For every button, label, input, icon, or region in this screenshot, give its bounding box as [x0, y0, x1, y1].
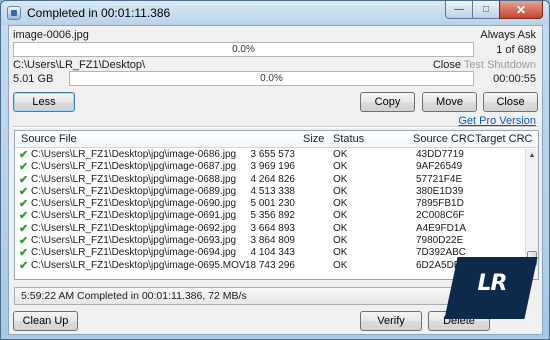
cell-file: C:\Users\LR_FZ1\Desktop\jpg\image-0692.j…	[31, 222, 237, 234]
column-header-target-crc[interactable]: Target CRC	[475, 133, 532, 145]
cell-size: 4 104 343	[250, 247, 296, 259]
cell-crc: 9AF26549	[416, 161, 463, 173]
cell-size: 18 743 296	[244, 259, 295, 271]
cell-crc: 7980D22E	[416, 235, 464, 247]
clean-up-button[interactable]: Clean Up	[13, 311, 78, 331]
cell-status: OK	[333, 259, 348, 271]
destination-path: C:\Users\LR_FZ1\Desktop\	[13, 59, 146, 71]
less-button[interactable]: Less	[13, 92, 75, 112]
cell-file: C:\Users\LR_FZ1\Desktop\jpg\image-0694.j…	[31, 247, 237, 259]
cell-size: 3 655 573	[250, 149, 296, 160]
window-controls: — □ ✕	[445, 1, 543, 19]
cell-status: OK	[333, 235, 348, 247]
app-icon	[7, 6, 21, 20]
cell-status: OK	[333, 161, 348, 173]
cell-file: C:\Users\LR_FZ1\Desktop\jpg\image-0688.j…	[31, 173, 237, 185]
cell-file: C:\Users\LR_FZ1\Desktop\jpg\image-0693.j…	[31, 235, 237, 247]
watermark-text: LR	[477, 271, 508, 296]
table-row[interactable]: ✔ C:\Users\LR_FZ1\Desktop\jpg\image-0689.…	[15, 186, 525, 198]
cell-status: OK	[333, 222, 348, 234]
section-divider	[13, 126, 538, 128]
cell-file: C:\Users\LR_FZ1\Desktop\jpg\image-0689.j…	[31, 185, 237, 197]
cell-file: C:\Users\LR_FZ1\Desktop\jpg\image-0690.j…	[31, 198, 237, 210]
table-row[interactable]: ✔ C:\Users\LR_FZ1\Desktop\jpg\image-0690.…	[15, 198, 525, 210]
table-row[interactable]: ✔ C:\Users\LR_FZ1\Desktop\jpg\image-0686.…	[15, 149, 525, 161]
table-row[interactable]: ✔ C:\Users\LR_FZ1\Desktop\jpg\image-0688.…	[15, 174, 525, 186]
check-icon: ✔	[19, 235, 29, 248]
check-icon: ✔	[19, 173, 29, 186]
check-icon: ✔	[19, 198, 29, 211]
status-text: 5:59:22 AM Completed in 00:01:11.386, 72…	[21, 290, 247, 302]
table-row[interactable]: ✔ C:\Users\LR_FZ1\Desktop\jpg\image-0691.…	[15, 210, 525, 222]
title-bar[interactable]: Completed in 00:01:11.386 — □ ✕	[1, 1, 549, 25]
column-header-size[interactable]: Size	[303, 133, 324, 145]
close-link[interactable]: Close	[433, 59, 461, 71]
cell-size: 5 001 230	[250, 198, 296, 210]
minimize-button[interactable]: —	[445, 1, 472, 19]
column-header-source-file[interactable]: Source File	[21, 133, 77, 145]
cell-size: 3 864 809	[250, 235, 296, 247]
column-header-source-crc[interactable]: Source CRC	[413, 133, 475, 145]
test-link[interactable]: Test	[464, 59, 484, 71]
total-progress-bar: 0.0%	[69, 71, 474, 86]
shutdown-link[interactable]: Shutdown	[487, 59, 536, 71]
maximize-button[interactable]: □	[472, 1, 499, 19]
cell-crc: 7895FB1D	[416, 198, 464, 210]
table-body: ✔ C:\Users\LR_FZ1\Desktop\jpg\image-0686.…	[15, 149, 525, 272]
check-icon: ✔	[19, 222, 29, 235]
cell-status: OK	[333, 173, 348, 185]
cell-status: OK	[333, 149, 348, 160]
table-row[interactable]: ✔ C:\Users\LR_FZ1\Desktop\jpg\image-0694.…	[15, 247, 525, 259]
table-row[interactable]: ✔ C:\Users\LR_FZ1\Desktop\jpg\image-0687.…	[15, 161, 525, 173]
table-row[interactable]: ✔ C:\Users\LR_FZ1\Desktop\jpg\image-0692.…	[15, 223, 525, 235]
total-size: 5.01 GB	[13, 73, 54, 85]
move-button[interactable]: Move	[422, 92, 477, 112]
cell-crc: A4E9FD1A	[416, 222, 467, 234]
check-icon: ✔	[19, 185, 29, 198]
cell-status: OK	[333, 247, 348, 259]
column-header-status[interactable]: Status	[333, 133, 364, 145]
time-remaining: 00:00:55	[493, 73, 536, 85]
check-icon: ✔	[19, 259, 29, 272]
copy-button[interactable]: Copy	[360, 92, 415, 112]
table-header: Source File Size Status Source CRC Targe…	[15, 131, 538, 148]
table-row[interactable]: ✔ C:\Users\LR_FZ1\Desktop\jpg\image-0693.…	[15, 235, 525, 247]
status-bar: 5:59:22 AM Completed in 00:01:11.386, 72…	[14, 287, 459, 305]
check-icon: ✔	[19, 210, 29, 223]
cell-crc: 43DD7719	[416, 149, 464, 160]
file-progress-bar: 0.0%	[13, 42, 474, 57]
cell-size: 4 264 826	[250, 173, 296, 185]
file-count: 1 of 689	[496, 44, 536, 56]
after-completion-options: Close Test Shutdown	[433, 59, 536, 71]
window-title: Completed in 00:01:11.386	[27, 6, 171, 20]
overwrite-mode-link[interactable]: Always Ask	[480, 29, 536, 41]
cell-status: OK	[333, 185, 348, 197]
close-window-button[interactable]: ✕	[499, 1, 543, 19]
watermark-logo: LR	[444, 257, 538, 319]
cell-status: OK	[333, 198, 348, 210]
cell-size: 5 356 892	[250, 210, 296, 222]
cell-file: C:\Users\LR_FZ1\Desktop\jpg\image-0691.j…	[31, 210, 237, 222]
cell-file: C:\Users\LR_FZ1\Desktop\jpg\image-0687.j…	[31, 161, 237, 173]
table-row[interactable]: ✔ C:\Users\LR_FZ1\Desktop\jpg\image-0695.…	[15, 260, 525, 272]
check-icon: ✔	[19, 149, 29, 161]
cell-file: C:\Users\LR_FZ1\Desktop\jpg\image-0686.j…	[31, 149, 237, 160]
cell-crc: 2C008C6F	[416, 210, 465, 222]
verify-button[interactable]: Verify	[360, 311, 422, 331]
cell-size: 3 969 196	[250, 161, 296, 173]
total-progress-text: 0.0%	[260, 73, 283, 84]
cell-crc: 57721F4E	[416, 173, 463, 185]
app-window: Completed in 00:01:11.386 — □ ✕ image-00…	[0, 0, 550, 340]
cell-size: 3 664 893	[250, 222, 296, 234]
check-icon: ✔	[19, 161, 29, 174]
cell-status: OK	[333, 210, 348, 222]
file-progress-text: 0.0%	[232, 44, 255, 55]
close-button[interactable]: Close	[483, 92, 538, 112]
cell-file: C:\Users\LR_FZ1\Desktop\jpg\image-0695.M…	[31, 259, 246, 271]
cell-crc: 380E1D39	[416, 185, 464, 197]
scroll-up-icon[interactable]: ▲	[526, 149, 538, 162]
current-file-name: image-0006.jpg	[13, 29, 89, 41]
check-icon: ✔	[19, 247, 29, 260]
cell-size: 4 513 338	[250, 185, 296, 197]
